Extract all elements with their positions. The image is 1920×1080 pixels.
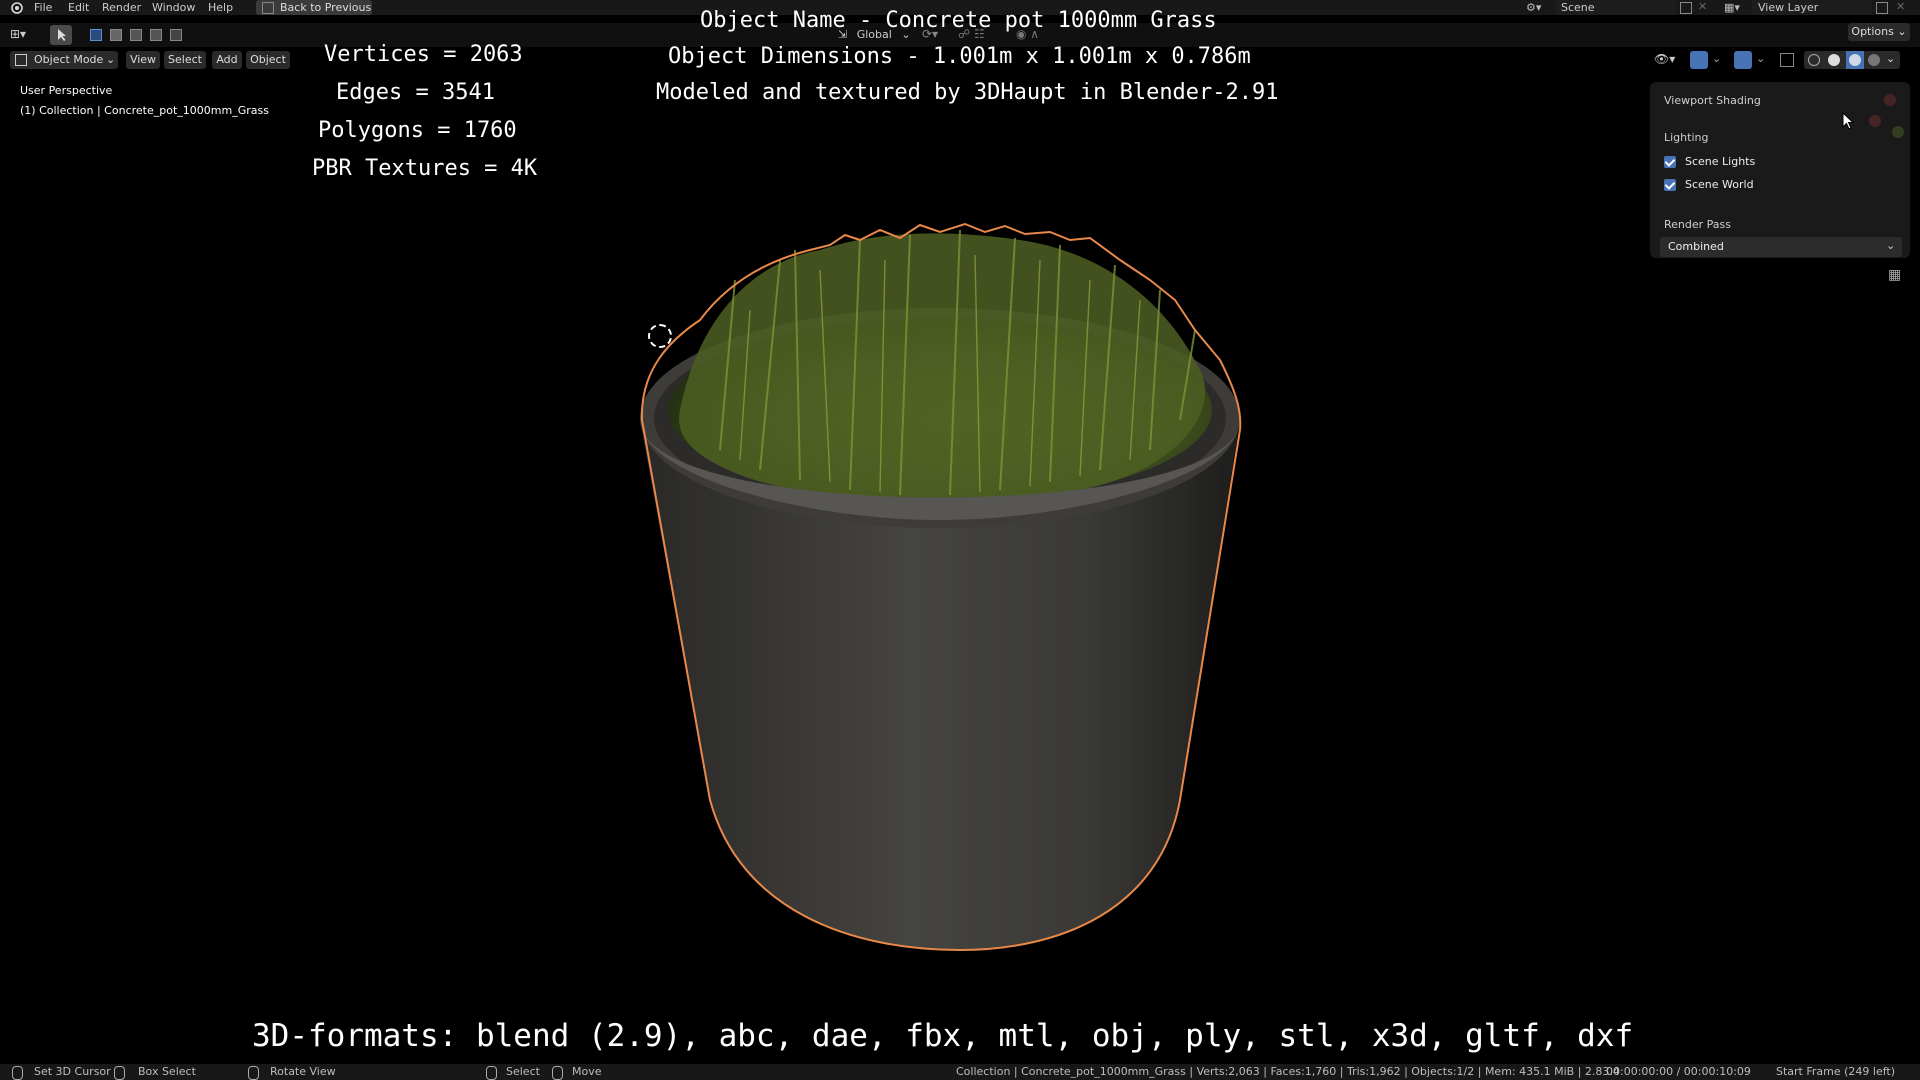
menu-help[interactable]: Help [208,0,233,15]
material-shading-icon[interactable] [1846,51,1864,69]
chevron-down-icon[interactable]: ⌄ [1886,52,1895,65]
status-frame: Start Frame (249 left) [1776,1065,1896,1078]
vertices-count: Vertices = 2063 [324,42,523,67]
menu-file[interactable]: File [34,0,52,15]
select-subtract-icon[interactable] [130,29,142,41]
scene-world-checkbox[interactable] [1664,179,1676,191]
scene-world-label[interactable]: Scene World [1685,178,1754,191]
rendered-shading-icon[interactable] [1868,54,1880,66]
polygons-count: Polygons = 1760 [318,118,517,143]
options-dropdown[interactable]: Options ⌄ [1848,23,1910,41]
menu-add[interactable]: Add [212,51,242,69]
right-mouse-icon [552,1066,563,1080]
object-mode-label: Object Mode [34,53,104,66]
viewport-perspective: User Perspective [20,84,113,97]
render-pass-label: Render Pass [1664,218,1731,231]
overlays-toggle-icon[interactable] [1734,51,1752,69]
menu-render[interactable]: Render [102,0,141,15]
left-mouse-icon [12,1066,23,1080]
select-intersect-icon[interactable] [170,29,182,41]
scene-type-icon[interactable]: ⚙▾ [1526,1,1548,14]
select-invert-icon[interactable] [150,29,162,41]
right-mouse-icon [248,1066,259,1080]
chevron-down-icon: ⌄ [106,53,116,66]
lighting-section-label: Lighting [1664,131,1709,144]
scene-selector[interactable]: Scene [1556,0,1676,15]
credits-line: Modeled and textured by 3DHaupt in Blend… [656,80,1279,105]
view-layer-icon[interactable]: ▦▾ [1724,1,1746,14]
status-rotate-view: Rotate View [270,1065,336,1078]
menu-object[interactable]: Object [246,51,290,69]
status-box-select: Box Select [138,1065,196,1078]
edges-count: Edges = 3541 [336,80,495,105]
menu-view[interactable]: View [126,51,160,69]
gizmo-toggle-icon[interactable] [1690,51,1708,69]
menu-select[interactable]: Select [164,51,206,69]
scene-name: Scene [1561,1,1595,14]
view-layer-name: View Layer [1758,1,1819,14]
3d-cursor-icon[interactable] [648,324,672,348]
chevron-down-icon: ⌄ [1886,239,1896,252]
object-name-title: Object Name - Concrete pot 1000mm Grass [700,8,1217,33]
object-dimensions: Object Dimensions - 1.001m x 1.001m x 0.… [668,44,1251,69]
options-label: Options [1851,25,1894,38]
textures-info: PBR Textures = 4K [312,156,538,181]
menu-edit[interactable]: Edit [68,0,89,15]
render-pass-value: Combined [1668,240,1724,253]
concrete-pot-object[interactable] [620,220,1300,960]
select-new-icon[interactable] [90,29,102,41]
menu-window[interactable]: Window [152,0,195,15]
overlays-dropdown-icon[interactable]: ⌄ [1756,52,1765,65]
left-mouse-icon [486,1066,497,1080]
scene-lights-label[interactable]: Scene Lights [1685,155,1755,168]
select-tool-button[interactable] [50,25,72,45]
copy-scene-icon[interactable] [1680,2,1692,14]
status-time: 00:00:00:00 / 00:00:10:09 [1606,1065,1751,1078]
shading-buttons[interactable]: ⌄ [1804,51,1900,69]
scene-lights-checkbox[interactable] [1664,156,1676,168]
xray-toggle-icon[interactable] [1780,53,1794,67]
editor-type-icon[interactable]: ⊞▾ [10,27,40,43]
close-scene-icon[interactable]: ✕ [1698,0,1707,13]
copy-view-layer-icon[interactable] [1876,2,1888,14]
status-set-cursor: Set 3D Cursor [34,1065,111,1078]
select-extend-icon[interactable] [110,29,122,41]
cursor-arrow-icon [58,29,66,41]
render-pass-dropdown[interactable]: Combined ⌄ [1660,237,1902,257]
screen-icon [262,2,274,14]
status-move: Move [572,1065,602,1078]
chevron-down-icon: ⌄ [1897,25,1907,38]
visibility-icon[interactable]: 👁▾ [1654,52,1682,68]
select-mode-icons[interactable] [90,27,184,43]
wireframe-shading-icon[interactable] [1808,54,1820,66]
close-view-layer-icon[interactable]: ✕ [1896,0,1905,13]
navigation-gizmo[interactable] [1840,86,1910,156]
object-mode-icon [15,54,27,66]
viewport-collection: (1) Collection | Concrete_pot_1000mm_Gra… [20,104,269,117]
blender-logo-icon[interactable] [10,1,23,14]
back-to-previous-button[interactable]: Back to Previous [256,0,372,15]
status-select: Select [506,1065,540,1078]
grid-view-icon[interactable]: ▦ [1888,268,1902,282]
solid-shading-icon[interactable] [1828,54,1840,66]
formats-line: 3D-formats: blend (2.9), abc, dae, fbx, … [252,1018,1634,1054]
object-mode-dropdown[interactable]: Object Mode ⌄ [10,51,118,69]
shading-panel-title: Viewport Shading [1664,94,1761,107]
status-stats: Collection | Concrete_pot_1000mm_Grass |… [956,1065,1620,1078]
middle-mouse-icon [114,1066,125,1080]
gizmo-dropdown-icon[interactable]: ⌄ [1712,52,1721,65]
view-layer-selector[interactable]: View Layer [1752,0,1872,15]
